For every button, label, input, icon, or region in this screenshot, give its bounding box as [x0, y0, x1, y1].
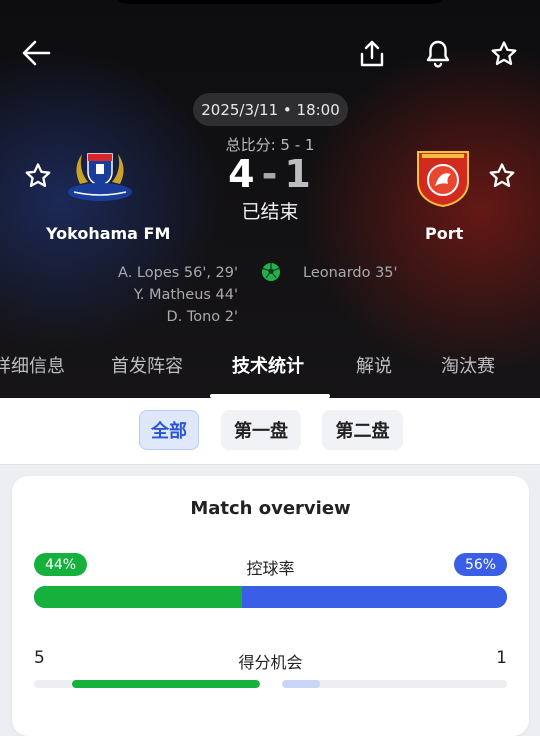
share-icon[interactable] [352, 34, 392, 74]
away-chances-value: 1 [496, 648, 507, 668]
away-possession-fill [242, 586, 507, 608]
soccer-ball-icon [261, 262, 281, 282]
away-team-name[interactable]: Port [425, 224, 463, 243]
back-arrow-icon[interactable] [16, 33, 56, 73]
away-team-logo[interactable] [414, 146, 472, 208]
match-date: 2025/3/11 • 18:00 [193, 93, 348, 126]
home-chances-fill [72, 680, 260, 688]
home-favorite-star-icon[interactable] [18, 156, 58, 196]
home-score: 4 [228, 152, 256, 196]
period-all-chip[interactable]: 全部 [139, 410, 199, 450]
status-bar-notch [115, 0, 445, 4]
chances-label: 得分机会 [238, 653, 303, 672]
period-filter: 全部 第一盘 第二盘 [0, 398, 540, 465]
tab-lineups[interactable]: 首发阵容 [111, 352, 183, 378]
away-score: 1 [284, 152, 312, 196]
away-possession-badge: 56% [454, 553, 507, 576]
home-chances-track [34, 680, 260, 688]
home-scorers: A. Lopes 56', 29' Y. Matheus 44' D. Tono… [118, 262, 238, 328]
overview-title: Match overview [190, 498, 351, 519]
possession-bar [34, 586, 507, 608]
period-first-chip[interactable]: 第一盘 [221, 410, 301, 450]
home-scorer: A. Lopes 56', 29' [118, 265, 238, 281]
home-scorer: Y. Matheus 44' [133, 287, 238, 303]
away-scorer: Leonardo 35' [303, 265, 398, 281]
tab-commentary[interactable]: 解说 [356, 352, 392, 378]
home-team-logo[interactable] [66, 148, 134, 204]
bell-icon[interactable] [418, 34, 458, 74]
away-favorite-star-icon[interactable] [482, 156, 522, 196]
tab-knockout[interactable]: 淘汰赛 [441, 352, 495, 378]
home-possession-fill [34, 586, 243, 608]
tab-details[interactable]: 详细信息 [0, 352, 65, 378]
possession-label: 控球率 [246, 559, 295, 578]
home-team-name[interactable]: Yokohama FM [46, 224, 170, 243]
match-tabs: 详细信息 首发阵容 技术统计 解说 淘汰赛 [0, 352, 540, 396]
score-separator: - [261, 152, 279, 196]
match-overview-card: Match overview 44% 控球率 56% 5 得分机会 1 [12, 476, 529, 736]
away-chances-track [282, 680, 507, 688]
away-scorers: Leonardo 35' [303, 262, 398, 284]
away-chances-fill [282, 680, 321, 688]
match-header: 2025/3/11 • 18:00 总比分: 5 - 1 4-1 已结束 Yok… [0, 0, 540, 398]
home-scorer: D. Tono 2' [166, 309, 238, 325]
star-icon[interactable] [484, 34, 524, 74]
period-second-chip[interactable]: 第二盘 [322, 410, 403, 450]
tab-stats[interactable]: 技术统计 [232, 352, 304, 378]
